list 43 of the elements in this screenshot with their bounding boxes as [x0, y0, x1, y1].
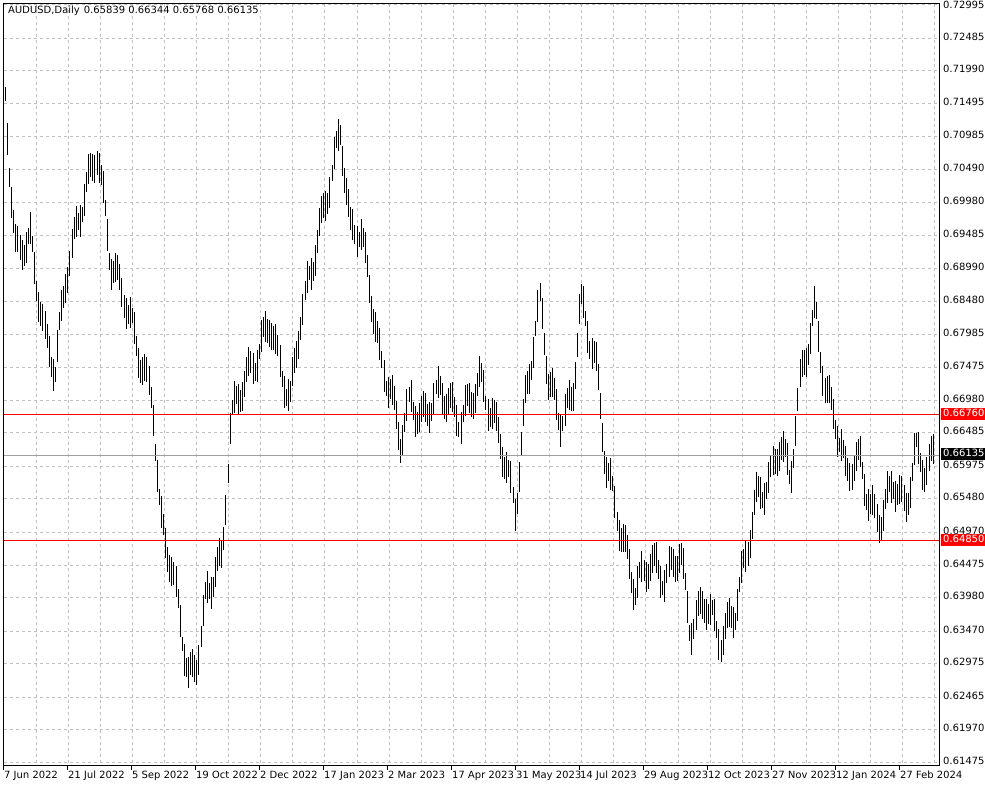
date-label: 19 Oct 2022 — [196, 770, 258, 781]
date-label: 31 May 2023 — [516, 770, 582, 781]
price-label: 0.72485 — [943, 32, 984, 44]
date-label: 12 Oct 2023 — [708, 770, 770, 781]
price-level-tag: 0.64850 — [941, 534, 985, 546]
price-label: 0.62465 — [943, 691, 984, 703]
price-label: 0.62975 — [943, 657, 984, 669]
price-label: 0.66485 — [943, 426, 984, 438]
price-label: 0.69980 — [943, 196, 984, 208]
price-label: 0.72995 — [943, 0, 984, 12]
date-label: 29 Aug 2023 — [644, 770, 708, 781]
price-label: 0.69485 — [943, 229, 984, 241]
price-label: 0.61475 — [943, 756, 984, 768]
price-label: 0.68990 — [943, 262, 984, 274]
price-label: 0.70490 — [943, 163, 984, 175]
price-label: 0.65975 — [943, 460, 984, 472]
price-label: 0.67985 — [943, 328, 984, 340]
price-label: 0.70985 — [943, 130, 984, 142]
price-label: 0.67475 — [943, 361, 984, 373]
price-label: 0.65480 — [943, 492, 984, 504]
date-label: 17 Jan 2023 — [324, 770, 384, 781]
price-level-tag: 0.66760 — [941, 408, 985, 420]
date-label: 2 Mar 2023 — [388, 770, 446, 781]
date-label: 27 Nov 2023 — [772, 770, 836, 781]
current-price-tag: 0.66135 — [941, 448, 985, 460]
ohlc-values: 0.65839 0.66344 0.65768 0.66135 — [84, 5, 259, 16]
date-label: 7 Jun 2022 — [4, 770, 58, 781]
date-label: 27 Feb 2024 — [900, 770, 962, 781]
date-label: 12 Jan 2024 — [836, 770, 896, 781]
chart-symbol: AUDUSD,Daily — [8, 5, 80, 16]
price-label: 0.63980 — [943, 591, 984, 603]
date-label: 14 Jul 2023 — [580, 770, 637, 781]
price-label: 0.61970 — [943, 723, 984, 735]
date-label: 21 Jul 2022 — [68, 770, 125, 781]
price-label: 0.63470 — [943, 625, 984, 637]
price-label: 0.71495 — [943, 97, 984, 109]
date-label: 17 Apr 2023 — [452, 770, 514, 781]
price-label: 0.64475 — [943, 559, 984, 571]
price-label: 0.71990 — [943, 64, 984, 76]
date-label: 5 Sep 2022 — [132, 770, 190, 781]
price-label: 0.68480 — [943, 295, 984, 307]
price-label: 0.66980 — [943, 394, 984, 406]
date-label: 2 Dec 2022 — [260, 770, 318, 781]
